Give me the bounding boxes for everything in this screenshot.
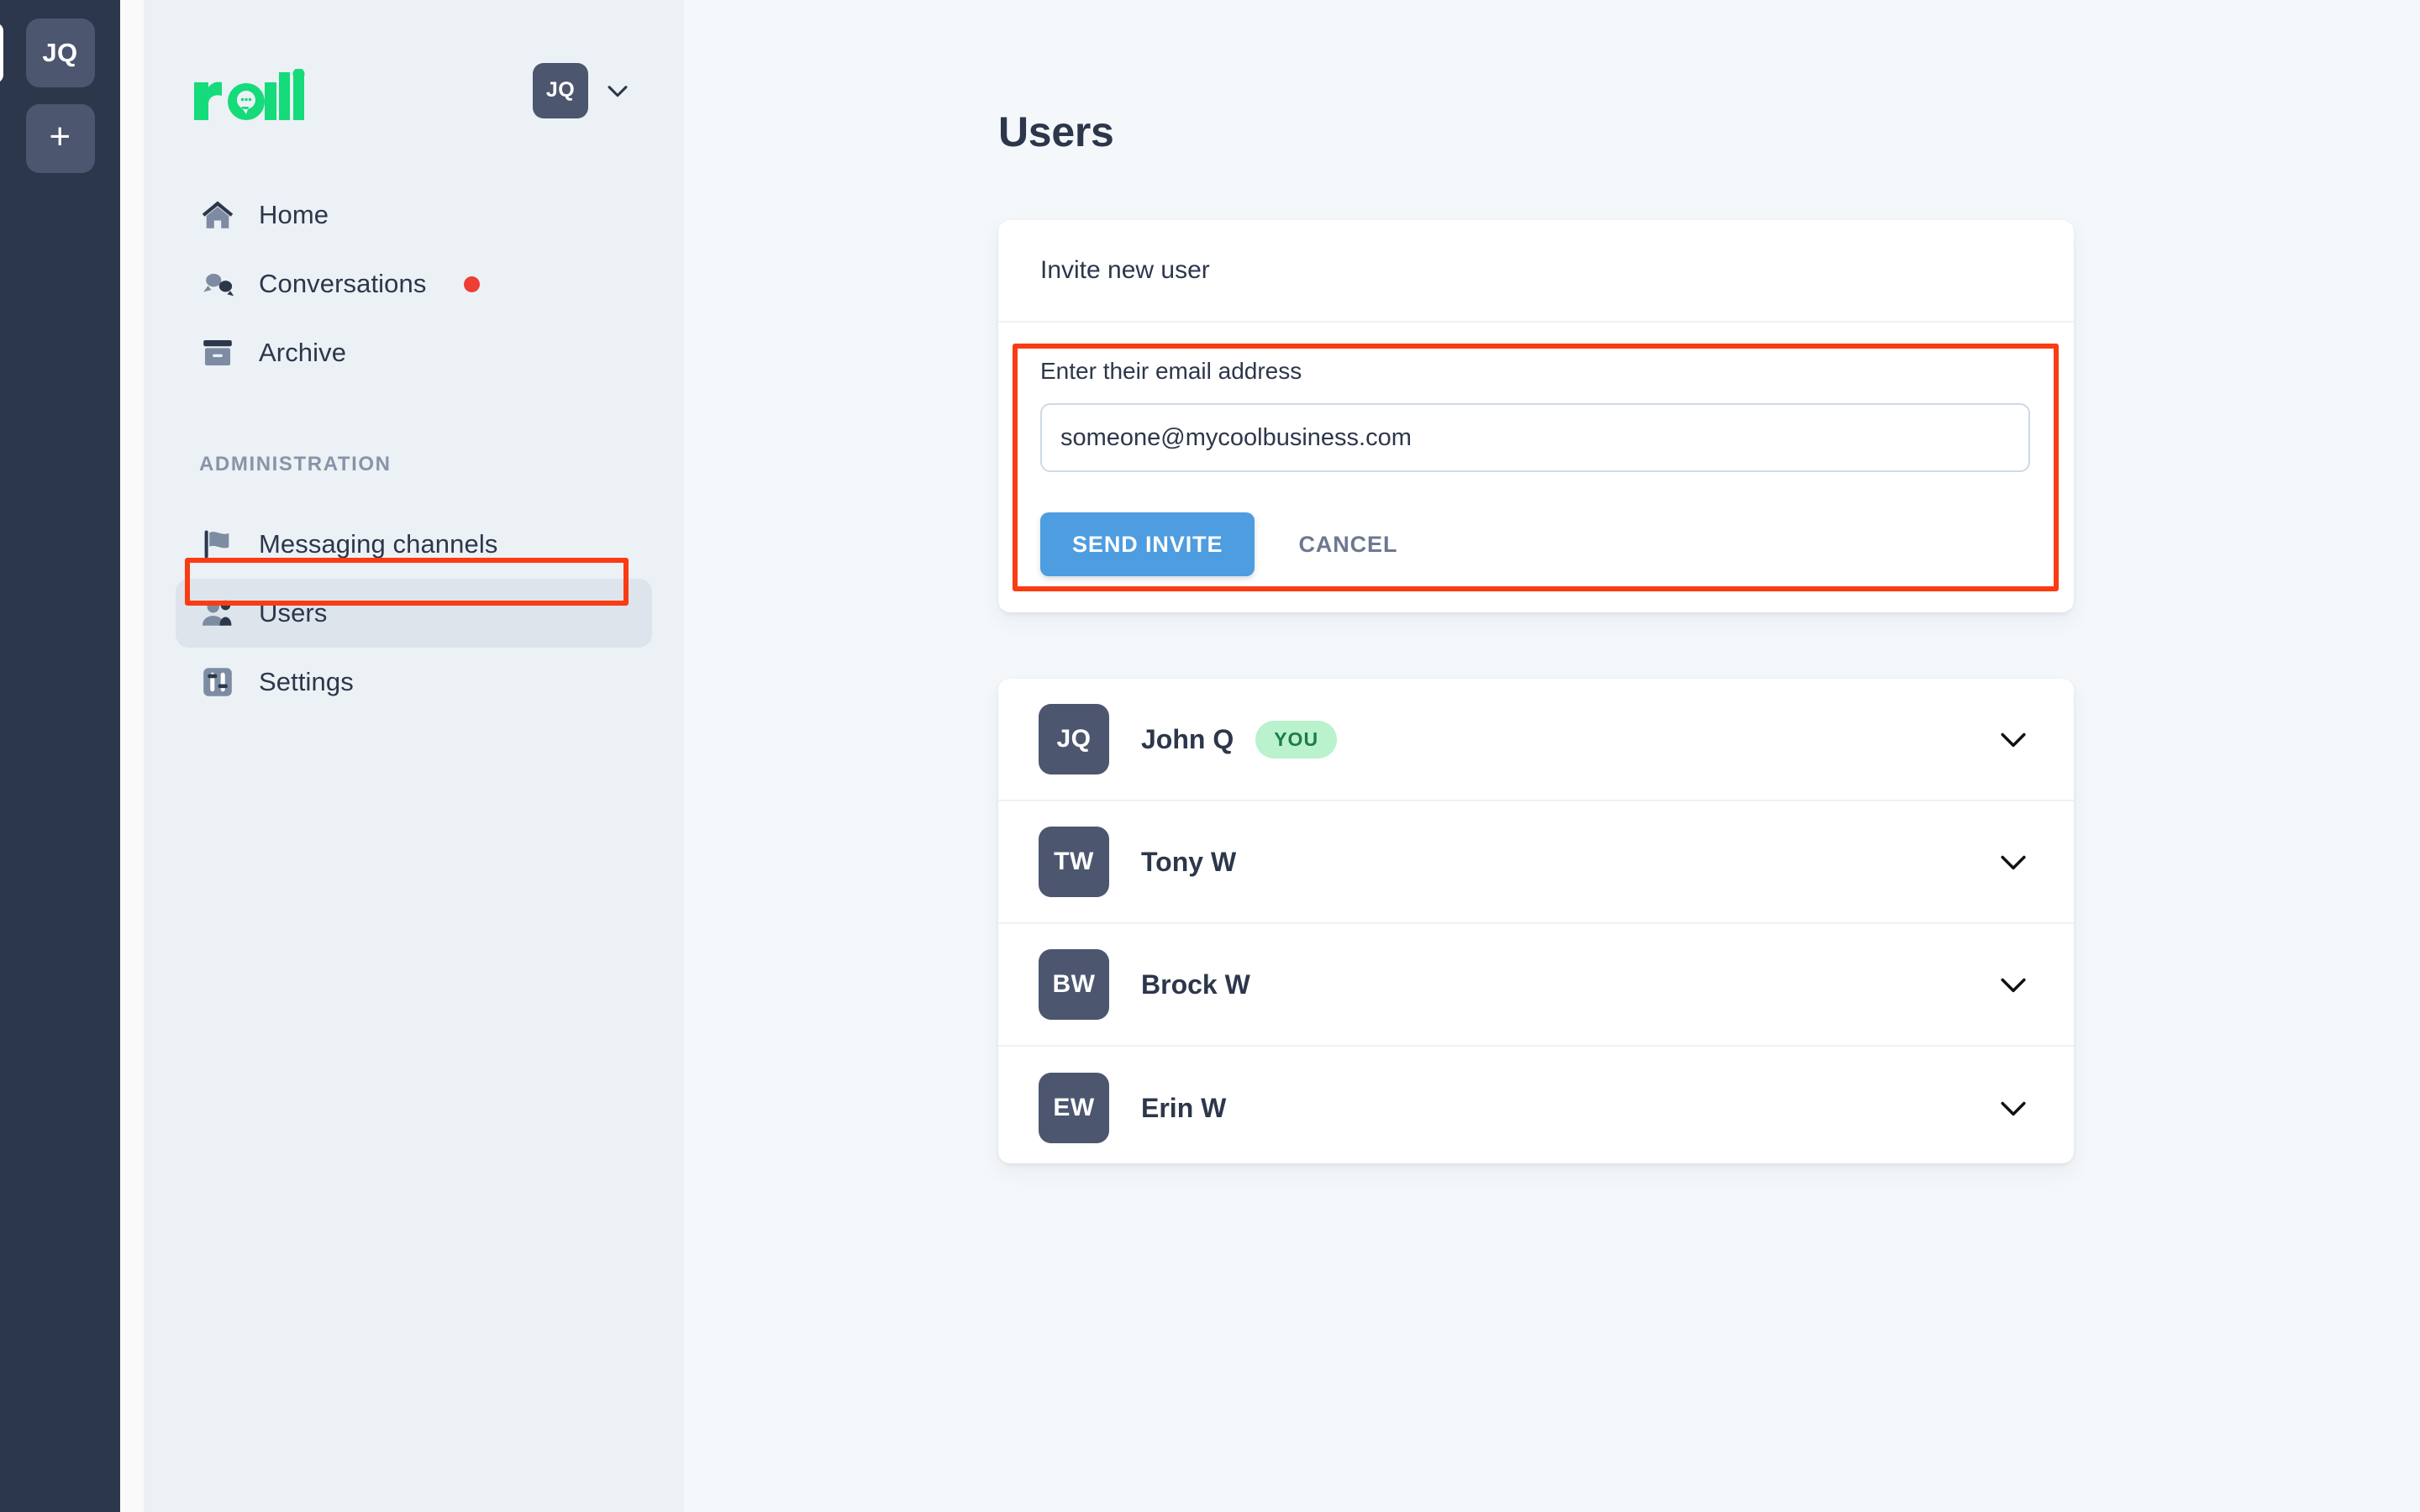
plus-icon: + <box>49 116 71 157</box>
page-title: Users <box>998 108 1114 155</box>
profile-menu-button[interactable]: JQ <box>533 62 632 118</box>
users-icon <box>199 595 236 632</box>
chevron-down-icon <box>608 85 628 97</box>
chat-bubbles-icon <box>199 265 236 302</box>
sidebar-section-administration: ADMINISTRATION <box>199 453 392 475</box>
sidebar-item-messaging-channels[interactable]: Messaging channels <box>176 510 652 579</box>
invite-new-user-card: Invite new user Enter their email addres… <box>998 220 2074 612</box>
cancel-button[interactable]: CANCEL <box>1276 512 1419 576</box>
status-badge: YOU <box>1255 720 1338 759</box>
sidebar-item-archive[interactable]: Archive <box>176 318 652 387</box>
ralli-logo[interactable] <box>194 60 305 121</box>
avatar-initials: BW <box>1052 970 1096 998</box>
sidebar-item-settings[interactable]: Settings <box>176 648 652 717</box>
sidebar-item-label: Messaging channels <box>259 529 498 559</box>
chevron-down-icon[interactable] <box>1995 843 2032 880</box>
sliders-icon <box>199 664 236 701</box>
main-content: Users Invite new user Enter their email … <box>684 0 2420 1512</box>
user-name: Tony W <box>1141 846 1237 877</box>
add-workspace-button[interactable]: + <box>25 104 95 173</box>
chevron-down-icon[interactable] <box>1995 721 2032 758</box>
chevron-down-icon[interactable] <box>1995 966 2032 1003</box>
workspace-avatar-initials: JQ <box>42 38 78 67</box>
user-name: John Q <box>1141 723 1234 754</box>
table-row[interactable]: TW Tony W <box>998 801 2074 924</box>
sidebar-item-label: Settings <box>259 667 354 696</box>
avatar-initials: JQ <box>1056 725 1092 753</box>
sidebar: JQ Home Conversations Archive ADMINISTRA… <box>144 0 821 1512</box>
sidebar-item-home[interactable]: Home <box>176 181 652 249</box>
sidebar-item-label: Users <box>259 598 328 627</box>
app-root: JQ + JQ Home Conversations Archive ADMIN… <box>0 0 2420 1512</box>
sidebar-item-conversations[interactable]: Conversations <box>176 249 652 318</box>
sidebar-header: JQ <box>144 0 684 181</box>
invite-card-header: Invite new user <box>998 220 2074 323</box>
unread-dot-badge <box>464 276 481 292</box>
chevron-down-icon[interactable] <box>1995 1089 2032 1126</box>
invite-form: Enter their email address SEND INVITE CA… <box>998 323 2074 576</box>
user-name: Erin W <box>1141 1092 1227 1123</box>
user-name: Brock W <box>1141 969 1250 1000</box>
sidebar-item-label: Home <box>259 200 329 229</box>
profile-avatar-initials: JQ <box>545 78 576 102</box>
avatar-initials: EW <box>1053 1094 1095 1121</box>
avatar-initials: TW <box>1054 848 1094 875</box>
avatar: EW <box>1039 1073 1109 1143</box>
send-invite-button[interactable]: SEND INVITE <box>1040 512 1255 576</box>
archive-box-icon <box>199 334 236 371</box>
table-row[interactable]: BW Brock W <box>998 924 2074 1047</box>
table-row[interactable]: JQ John Q YOU <box>998 679 2074 801</box>
table-row[interactable]: EW Erin W <box>998 1047 2074 1169</box>
users-list-card: JQ John Q YOU TW Tony W BW Brock W EW Er… <box>998 679 2074 1163</box>
avatar: TW <box>1039 827 1109 897</box>
avatar: BW <box>1039 949 1109 1020</box>
flag-icon <box>199 526 236 563</box>
email-input[interactable] <box>1040 403 2030 472</box>
home-icon <box>199 197 236 234</box>
sidebar-nav: Home Conversations Archive ADMINISTRATIO… <box>144 181 684 717</box>
rail-gutter <box>120 0 144 1512</box>
profile-avatar: JQ <box>533 62 588 118</box>
invite-actions: SEND INVITE CANCEL <box>1040 512 2032 576</box>
sidebar-item-label: Archive <box>259 338 347 367</box>
workspace-rail: JQ + <box>0 0 120 1512</box>
avatar: JQ <box>1039 704 1109 774</box>
sidebar-item-users[interactable]: Users <box>176 579 652 648</box>
sidebar-item-label: Conversations <box>259 269 427 298</box>
workspace-avatar-button[interactable]: JQ <box>0 18 95 87</box>
email-field-label: Enter their email address <box>1040 358 1302 384</box>
